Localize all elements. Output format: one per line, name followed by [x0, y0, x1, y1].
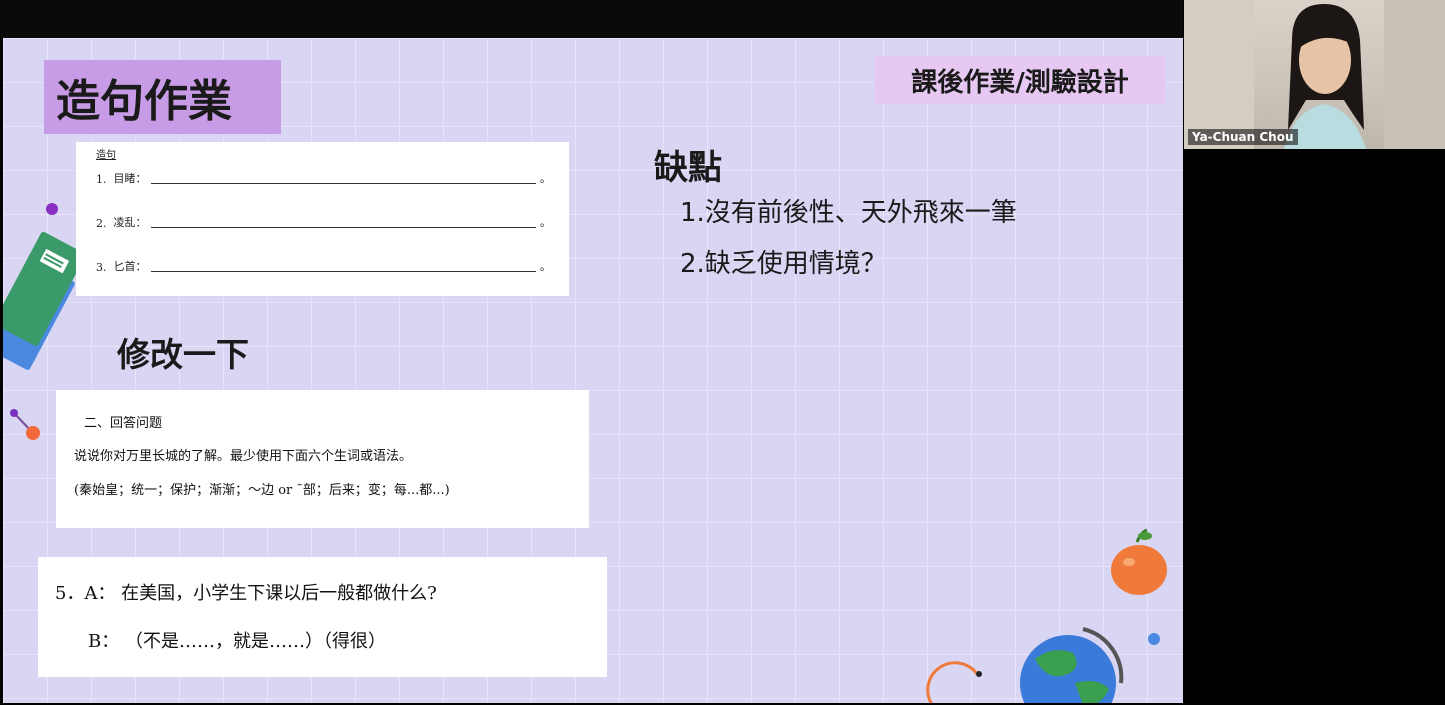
worksheet-header: 造句	[96, 150, 116, 161]
end-mark: 。	[540, 172, 551, 185]
question-vocab: (秦始皇；统一；保护；渐渐；～边 or ˜部；后来；变；每...都...)	[74, 483, 450, 498]
apple-icon	[1111, 528, 1167, 595]
row-word: 匕首：	[113, 260, 147, 273]
cons-item: 1.沒有前後性、天外飛來一筆	[680, 198, 1017, 228]
question-heading: 二、回答问题	[84, 416, 163, 431]
end-mark: 。	[540, 260, 551, 273]
cons-item: 2.缺乏使用情境？	[680, 249, 887, 279]
molecule-icon	[10, 409, 40, 440]
row-word: 凌乱：	[113, 216, 147, 229]
row-number: 1.	[96, 173, 107, 186]
answer-line	[150, 271, 536, 272]
dot-icon	[1148, 633, 1160, 645]
globe-icon	[1020, 627, 1124, 703]
slide-title: 造句作業	[44, 60, 281, 134]
answer-line	[150, 227, 536, 228]
answer-line	[150, 183, 536, 184]
participant-name: Ya-Chuan Chou	[1188, 129, 1298, 145]
worksheet-image-3: 5．A： 在美国，小学生下课以后一般都做什么? B： （不是……，就是……）（得…	[38, 557, 607, 677]
presentation-slide: 造句作業 課後作業/測驗設計 造句 1. 目睹： 。 2. 凌乱： 。 3. 匕…	[3, 38, 1183, 703]
arc-icon	[926, 661, 982, 703]
participant-video-tile[interactable]: Ya-Chuan Chou	[1184, 0, 1445, 149]
dialogue-b: B： （不是……，就是……）（得很）	[88, 631, 386, 652]
worksheet-row: 2. 凌乱： 。	[96, 214, 551, 230]
revise-heading: 修改一下	[117, 335, 249, 374]
worksheet-image-2: 二、回答问题 说说你对万里长城的了解。最少使用下面六个生词或语法。 (秦始皇；统…	[56, 390, 589, 528]
end-mark: 。	[540, 216, 551, 229]
participant-avatar	[1184, 0, 1445, 149]
dialogue-a: 5．A： 在美国，小学生下课以后一般都做什么?	[55, 583, 437, 604]
section-tag: 課後作業/測驗設計	[875, 56, 1165, 104]
top-bar	[0, 0, 1183, 38]
row-number: 3.	[96, 261, 107, 274]
row-number: 2.	[96, 217, 107, 230]
cons-heading: 缺點	[654, 148, 722, 188]
row-word: 目睹：	[113, 172, 147, 185]
worksheet-image-1: 造句 1. 目睹： 。 2. 凌乱： 。 3. 匕首： 。	[76, 142, 569, 296]
question-prompt: 说说你对万里长城的了解。最少使用下面六个生词或语法。	[74, 449, 413, 464]
dot-icon	[46, 203, 58, 215]
worksheet-row: 1. 目睹： 。	[96, 170, 551, 186]
worksheet-row: 3. 匕首： 。	[96, 258, 551, 274]
